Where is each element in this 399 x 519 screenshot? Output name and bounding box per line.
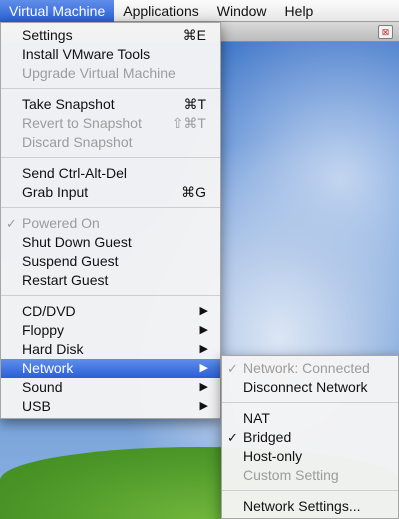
menu-item-label: Network bbox=[22, 360, 74, 376]
menu-item-label: Send Ctrl-Alt-Del bbox=[22, 165, 128, 181]
menu-item-network-connected: ✓ Network: Connected bbox=[222, 359, 398, 378]
shortcut-label: ⇧⌘T bbox=[171, 115, 206, 131]
menu-item-hard-disk[interactable]: Hard Disk ▶ bbox=[1, 340, 220, 359]
menu-item-label: Discard Snapshot bbox=[22, 134, 133, 150]
menu-item-label: Hard Disk bbox=[22, 341, 84, 357]
menu-help[interactable]: Help bbox=[276, 0, 323, 22]
window-close-icon[interactable]: ⊠ bbox=[378, 25, 393, 39]
virtual-machine-menu: Settings ⌘E Install VMware Tools Upgrade… bbox=[0, 22, 221, 419]
menu-item-cd-dvd[interactable]: CD/DVD ▶ bbox=[1, 302, 220, 321]
menu-separator bbox=[222, 402, 398, 403]
menu-separator bbox=[222, 490, 398, 491]
menu-item-label: NAT bbox=[243, 410, 270, 426]
menu-item-sound[interactable]: Sound ▶ bbox=[1, 378, 220, 397]
menu-item-settings[interactable]: Settings ⌘E bbox=[1, 26, 220, 45]
shortcut-label: ⌘E bbox=[182, 27, 206, 43]
menu-item-label: Shut Down Guest bbox=[22, 234, 132, 250]
menu-item-usb[interactable]: USB ▶ bbox=[1, 397, 220, 416]
menu-item-label: USB bbox=[22, 398, 51, 414]
menu-virtual-machine[interactable]: Virtual Machine bbox=[0, 0, 115, 22]
checkmark-icon: ✓ bbox=[6, 216, 17, 231]
menu-item-discard-snapshot: Discard Snapshot bbox=[1, 133, 220, 152]
menu-item-label: Settings bbox=[22, 27, 73, 43]
network-submenu: ✓ Network: Connected Disconnect Network … bbox=[221, 355, 399, 519]
menu-item-label: Network: Connected bbox=[243, 360, 370, 376]
menu-item-install-vmware-tools[interactable]: Install VMware Tools bbox=[1, 45, 220, 64]
submenu-arrow-icon: ▶ bbox=[199, 324, 208, 336]
menu-bar: Virtual Machine Applications Window Help bbox=[0, 0, 399, 22]
menu-item-label: Sound bbox=[22, 379, 63, 395]
submenu-arrow-icon: ▶ bbox=[199, 381, 208, 393]
menu-item-label: Install VMware Tools bbox=[22, 46, 151, 62]
menu-item-grab-input[interactable]: Grab Input ⌘G bbox=[1, 183, 220, 202]
submenu-arrow-icon: ▶ bbox=[199, 305, 208, 317]
menu-item-label: Floppy bbox=[22, 322, 65, 338]
menu-item-label: Revert to Snapshot bbox=[22, 115, 142, 131]
menu-item-label: Custom Setting bbox=[243, 467, 339, 483]
shortcut-label: ⌘T bbox=[183, 96, 206, 112]
menu-separator bbox=[1, 207, 220, 208]
submenu-arrow-icon: ▶ bbox=[199, 362, 208, 374]
menu-item-floppy[interactable]: Floppy ▶ bbox=[1, 321, 220, 340]
menu-item-network-settings[interactable]: Network Settings... bbox=[222, 497, 398, 516]
shortcut-label: ⌘G bbox=[181, 184, 206, 200]
menu-item-custom-setting: Custom Setting bbox=[222, 466, 398, 485]
menu-item-take-snapshot[interactable]: Take Snapshot ⌘T bbox=[1, 95, 220, 114]
menu-applications[interactable]: Applications bbox=[114, 0, 208, 22]
menu-item-send-ctrl-alt-del[interactable]: Send Ctrl-Alt-Del bbox=[1, 164, 220, 183]
menu-item-bridged[interactable]: ✓ Bridged bbox=[222, 428, 398, 447]
menu-item-label: Powered On bbox=[22, 215, 100, 231]
menu-item-label: Disconnect Network bbox=[243, 379, 368, 395]
menu-separator bbox=[1, 157, 220, 158]
menu-item-revert-snapshot: Revert to Snapshot ⇧⌘T bbox=[1, 114, 220, 133]
menu-item-label: Network Settings... bbox=[243, 498, 361, 514]
checkmark-icon: ✓ bbox=[227, 361, 238, 376]
menu-separator bbox=[1, 295, 220, 296]
menu-item-suspend-guest[interactable]: Suspend Guest bbox=[1, 252, 220, 271]
menu-item-label: Restart Guest bbox=[22, 272, 109, 288]
checkmark-icon: ✓ bbox=[227, 430, 238, 445]
menu-item-powered-on: ✓ Powered On bbox=[1, 214, 220, 233]
menu-item-nat[interactable]: NAT bbox=[222, 409, 398, 428]
menu-item-host-only[interactable]: Host-only bbox=[222, 447, 398, 466]
submenu-arrow-icon: ▶ bbox=[199, 343, 208, 355]
menu-item-label: Host-only bbox=[243, 448, 303, 464]
menu-item-label: Grab Input bbox=[22, 184, 89, 200]
menu-item-label: CD/DVD bbox=[22, 303, 76, 319]
menu-window[interactable]: Window bbox=[208, 0, 276, 22]
menu-item-upgrade-vm: Upgrade Virtual Machine bbox=[1, 64, 220, 83]
menu-separator bbox=[1, 88, 220, 89]
submenu-arrow-icon: ▶ bbox=[199, 400, 208, 412]
menu-item-label: Upgrade Virtual Machine bbox=[22, 65, 176, 81]
menu-item-label: Suspend Guest bbox=[22, 253, 119, 269]
menu-item-network[interactable]: Network ▶ bbox=[1, 359, 220, 378]
menu-item-restart-guest[interactable]: Restart Guest bbox=[1, 271, 220, 290]
menu-item-label: Take Snapshot bbox=[22, 96, 115, 112]
menu-item-shut-down-guest[interactable]: Shut Down Guest bbox=[1, 233, 220, 252]
menu-item-label: Bridged bbox=[243, 429, 292, 445]
menu-item-disconnect-network[interactable]: Disconnect Network bbox=[222, 378, 398, 397]
